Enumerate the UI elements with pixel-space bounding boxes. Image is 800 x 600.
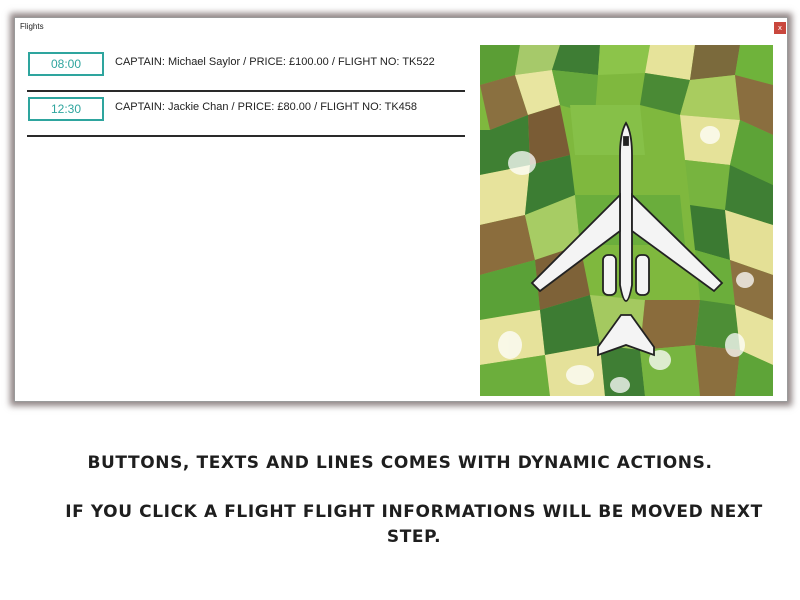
flight-row[interactable]: 12:30 CAPTAIN: Jackie Chan / PRICE: £80.… bbox=[27, 90, 465, 137]
caption-line-2: IF YOU CLICK A FLIGHT FLIGHT INFORMATION… bbox=[65, 502, 763, 547]
window-title: Flights bbox=[20, 22, 44, 31]
flight-time-button[interactable]: 08:00 bbox=[28, 52, 104, 76]
flight-time-button[interactable]: 12:30 bbox=[28, 97, 104, 121]
page: Flights x 08:00 CAPTAIN: Michael Saylor … bbox=[0, 0, 800, 600]
flight-info-text: CAPTAIN: Jackie Chan / PRICE: £80.00 / F… bbox=[115, 101, 418, 113]
flight-info-text: CAPTAIN: Michael Saylor / PRICE: £100.00… bbox=[115, 56, 435, 68]
caption-line-1: BUTTONS, TEXTS AND LINES COMES WITH DYNA… bbox=[87, 453, 713, 473]
flights-window: Flights x 08:00 CAPTAIN: Michael Saylor … bbox=[14, 17, 788, 402]
title-bar[interactable]: Flights x bbox=[15, 18, 787, 38]
airplane-photo bbox=[480, 45, 773, 396]
close-button[interactable]: x bbox=[774, 22, 786, 34]
flight-row[interactable]: 08:00 CAPTAIN: Michael Saylor / PRICE: £… bbox=[27, 45, 465, 92]
